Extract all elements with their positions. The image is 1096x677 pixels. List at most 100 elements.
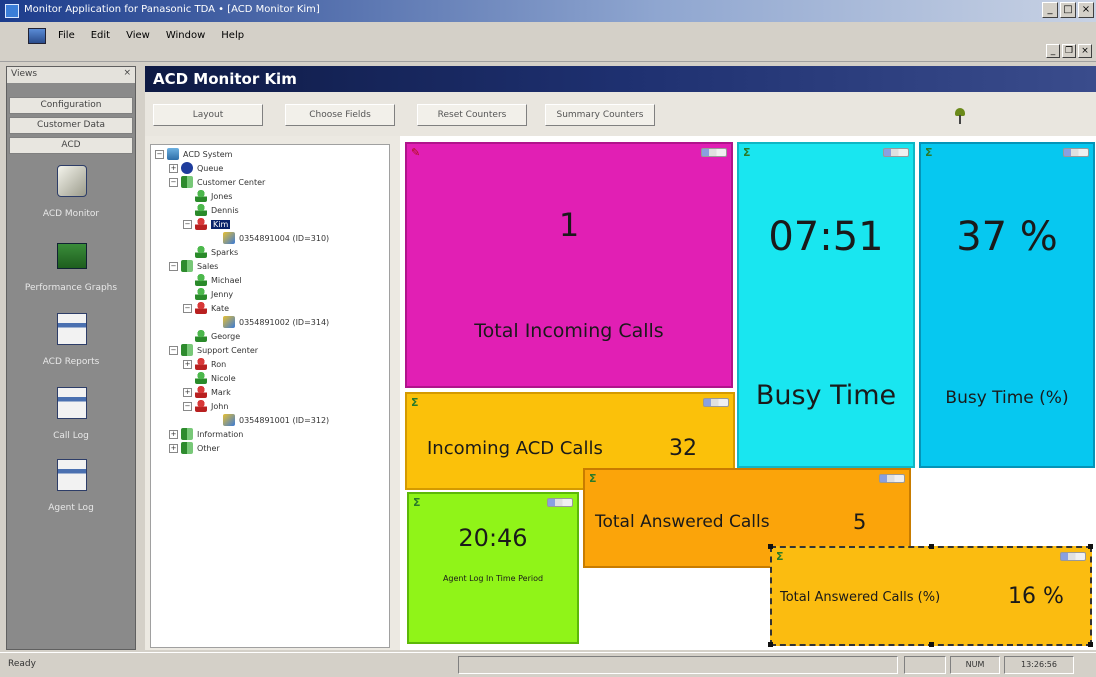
- tree-node[interactable]: + Information: [169, 427, 243, 441]
- reset-counters-button[interactable]: Reset Counters: [417, 104, 527, 126]
- menu-edit[interactable]: Edit: [91, 30, 110, 41]
- widget-controls-icon[interactable]: [547, 498, 573, 507]
- agent-icon: [195, 204, 207, 216]
- tree-node[interactable]: 0354891002 (ID=314): [211, 315, 329, 329]
- views-panel: Views × Configuration Customer Data ACD …: [6, 66, 136, 650]
- tree-node[interactable]: Jenny: [183, 287, 233, 301]
- widget-value: 32: [669, 436, 697, 461]
- doc-close-button[interactable]: ×: [1078, 44, 1092, 58]
- widget-label: Total Answered Calls: [595, 512, 770, 532]
- group-icon: [181, 428, 193, 440]
- nav-performance-graphs[interactable]: Performance Graphs: [7, 239, 135, 299]
- widget-controls-icon[interactable]: [701, 148, 727, 157]
- close-icon[interactable]: ×: [123, 68, 131, 78]
- tree-node-selected[interactable]: − Kim: [183, 217, 231, 231]
- customer-data-button[interactable]: Customer Data: [9, 117, 133, 134]
- widget-value: 37 %: [956, 214, 1058, 260]
- group-icon: [181, 442, 193, 454]
- group-icon: [181, 176, 193, 188]
- agent-login-time-widget[interactable]: Σ 20:46 Agent Log In Time Period: [407, 492, 579, 644]
- window-controls: _ □ ×: [1042, 2, 1094, 18]
- pin-icon[interactable]: [955, 108, 965, 124]
- resize-handle[interactable]: [768, 642, 773, 647]
- extension-icon: [223, 414, 235, 426]
- resize-handle[interactable]: [929, 544, 934, 549]
- menu-view[interactable]: View: [126, 30, 150, 41]
- sigma-icon: Σ: [743, 146, 751, 159]
- menu-bar: File Edit View Window Help _ ❐ ×: [0, 22, 1096, 62]
- tree-node[interactable]: 0354891004 (ID=310): [211, 231, 329, 245]
- tree-node[interactable]: − John: [183, 399, 228, 413]
- resize-handle[interactable]: [1088, 642, 1093, 647]
- document-icon[interactable]: [28, 28, 46, 44]
- nav-acd-monitor[interactable]: ACD Monitor: [7, 165, 135, 225]
- tree-node[interactable]: + Queue: [169, 161, 223, 175]
- tree-node[interactable]: Nicole: [183, 371, 236, 385]
- tree-node[interactable]: − ACD System: [155, 147, 232, 161]
- report-icon: [57, 313, 87, 345]
- widget-controls-icon[interactable]: [883, 148, 909, 157]
- tree-node[interactable]: + Other: [169, 441, 220, 455]
- layout-button[interactable]: Layout: [153, 104, 263, 126]
- acd-monitor-icon: [57, 165, 87, 197]
- widget-controls-icon[interactable]: [703, 398, 729, 407]
- doc-restore-button[interactable]: ❐: [1062, 44, 1076, 58]
- views-header: Views ×: [7, 67, 135, 83]
- total-incoming-calls-widget[interactable]: ✎ 1 Total Incoming Calls: [405, 142, 733, 388]
- agent-busy-icon: [195, 302, 207, 314]
- agent-busy-icon: [195, 386, 207, 398]
- sigma-icon: Σ: [925, 146, 933, 159]
- status-clock: 13:26:56: [1004, 656, 1074, 674]
- doc-minimize-button[interactable]: _: [1046, 44, 1060, 58]
- resize-handle[interactable]: [929, 642, 934, 647]
- nav-acd-reports[interactable]: ACD Reports: [7, 313, 135, 373]
- widget-controls-icon[interactable]: [879, 474, 905, 483]
- sigma-icon: Σ: [589, 472, 597, 485]
- menu-file[interactable]: File: [58, 30, 75, 41]
- tree-node[interactable]: − Customer Center: [169, 175, 265, 189]
- agent-icon: [195, 372, 207, 384]
- num-lock-indicator: NUM: [950, 656, 1000, 674]
- monitor-title: ACD Monitor Kim: [145, 66, 1096, 92]
- configuration-button[interactable]: Configuration: [9, 97, 133, 114]
- tree-node[interactable]: Jones: [183, 189, 232, 203]
- widget-controls-icon[interactable]: [1063, 148, 1089, 157]
- tree-node[interactable]: 0354891001 (ID=312): [211, 413, 329, 427]
- resize-handle[interactable]: [768, 544, 773, 549]
- tree-node[interactable]: − Kate: [183, 301, 229, 315]
- queue-icon: [181, 162, 193, 174]
- tree-node[interactable]: George: [183, 329, 240, 343]
- nav-call-log[interactable]: Call Log: [7, 387, 135, 447]
- tree-node[interactable]: + Mark: [183, 385, 231, 399]
- tree-node[interactable]: Michael: [183, 273, 242, 287]
- maximize-button[interactable]: □: [1060, 2, 1076, 18]
- sigma-icon: Σ: [776, 550, 784, 563]
- minimize-button[interactable]: _: [1042, 2, 1058, 18]
- tree-node[interactable]: Sparks: [183, 245, 238, 259]
- close-button[interactable]: ×: [1078, 2, 1094, 18]
- document-window-controls: _ ❐ ×: [1046, 44, 1092, 58]
- busy-time-percent-widget[interactable]: Σ 37 % Busy Time (%): [919, 142, 1095, 468]
- group-icon: [181, 260, 193, 272]
- acd-button[interactable]: ACD: [9, 137, 133, 154]
- monitor-toolbar: Layout Choose Fields Reset Counters Summ…: [145, 92, 1096, 136]
- busy-time-widget[interactable]: Σ 07:51 Busy Time: [737, 142, 915, 468]
- choose-fields-button[interactable]: Choose Fields: [285, 104, 395, 126]
- status-panel: [458, 656, 898, 674]
- tree-node[interactable]: Dennis: [183, 203, 239, 217]
- agent-busy-icon: [195, 218, 207, 230]
- sigma-icon: Σ: [411, 396, 419, 409]
- summary-counters-button[interactable]: Summary Counters: [545, 104, 655, 126]
- nav-agent-log[interactable]: Agent Log: [7, 459, 135, 519]
- tree-node[interactable]: − Support Center: [169, 343, 258, 357]
- menu-help[interactable]: Help: [221, 30, 244, 41]
- widget-controls-icon[interactable]: [1060, 552, 1086, 561]
- agent-icon: [195, 330, 207, 342]
- tree-node[interactable]: + Ron: [183, 357, 226, 371]
- total-answered-calls-percent-widget[interactable]: Σ Total Answered Calls (%) 16 %: [770, 546, 1092, 646]
- resize-handle[interactable]: [1088, 544, 1093, 549]
- menu-window[interactable]: Window: [166, 30, 205, 41]
- agent-icon: [195, 190, 207, 202]
- tree-node[interactable]: − Sales: [169, 259, 218, 273]
- monitor-widgets-area: ✎ 1 Total Incoming Calls Σ 07:51 Busy Ti…: [400, 136, 1096, 650]
